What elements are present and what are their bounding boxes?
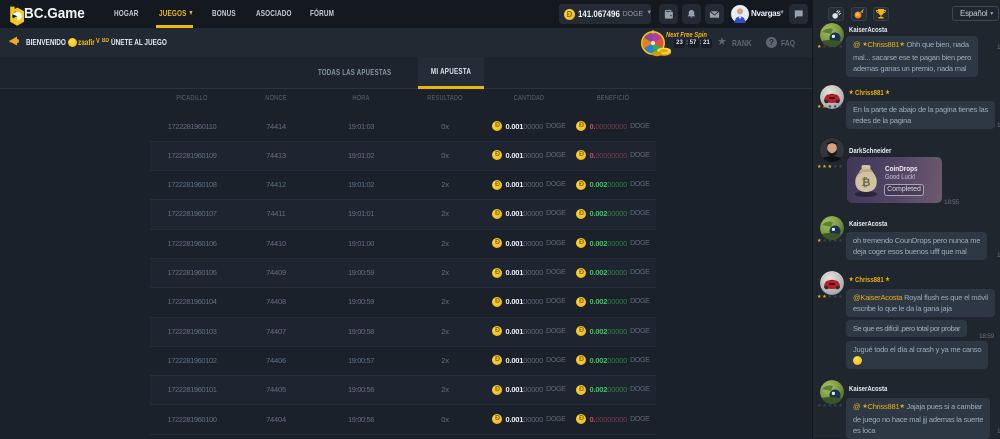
svg-text:₿: ₿ (862, 177, 871, 189)
